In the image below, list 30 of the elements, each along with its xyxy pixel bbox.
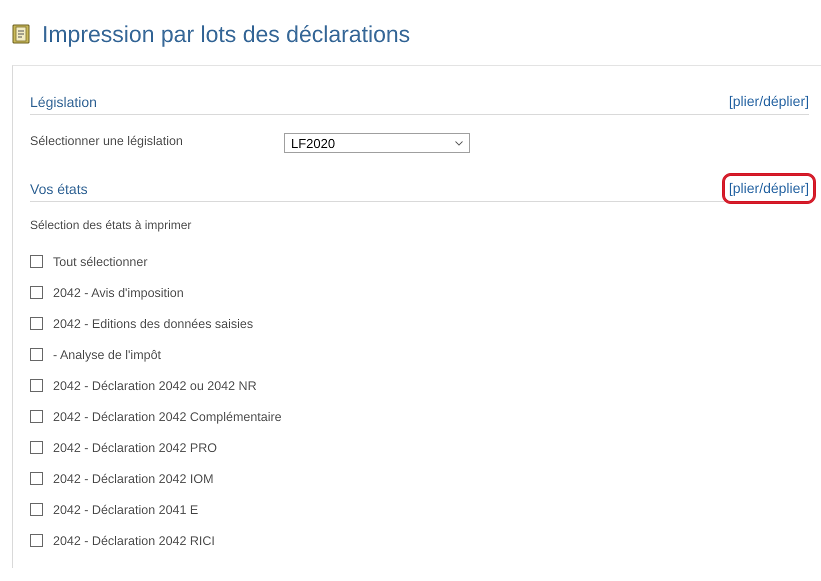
toggle-link[interactable]: [plier/déplier] (728, 93, 809, 110)
chevron-down-icon (455, 140, 463, 146)
legislation-select[interactable]: LF2020 (284, 133, 470, 153)
checkbox-label: 2042 - Déclaration 2042 PRO (53, 440, 217, 454)
checkbox-label: 2042 - Avis d'imposition (53, 286, 184, 300)
checkbox-label: 2042 - Déclaration 2042 Complémentaire (53, 410, 282, 424)
checkbox-label: 2042 - Déclaration 2042 ou 2042 NR (53, 378, 257, 392)
checkbox[interactable] (30, 379, 43, 392)
page-title: Impression par lots des déclarations (42, 20, 410, 48)
section-title: Législation (30, 94, 97, 110)
section-title: Vos états (30, 181, 88, 197)
checkbox-label: 2042 - Déclaration 2042 IOM (53, 472, 214, 486)
checkbox[interactable] (30, 441, 43, 454)
checkbox-label: 2042 - Déclaration 2041 E (53, 502, 198, 516)
checkbox[interactable] (30, 255, 43, 268)
checkbox[interactable] (30, 534, 43, 547)
checkbox[interactable] (30, 410, 43, 423)
document-icon (12, 24, 30, 44)
section-hint: Sélection des états à imprimer (30, 218, 192, 232)
checkbox[interactable] (30, 286, 43, 299)
checkbox[interactable] (30, 348, 43, 361)
checkbox-label: - Analyse de l'impôt (53, 348, 161, 362)
toggle-link[interactable]: [plier/déplier] (728, 180, 809, 197)
checkbox[interactable] (30, 472, 43, 485)
checkbox-label: 2042 - Editions des données saisies (53, 316, 254, 330)
checkbox-label: 2042 - Déclaration 2042 RICI (53, 534, 215, 548)
checkbox[interactable] (30, 503, 43, 516)
checkbox-label: Tout sélectionner (53, 254, 148, 268)
field-label: Sélectionner une législation (30, 134, 184, 148)
checkbox[interactable] (30, 317, 43, 330)
